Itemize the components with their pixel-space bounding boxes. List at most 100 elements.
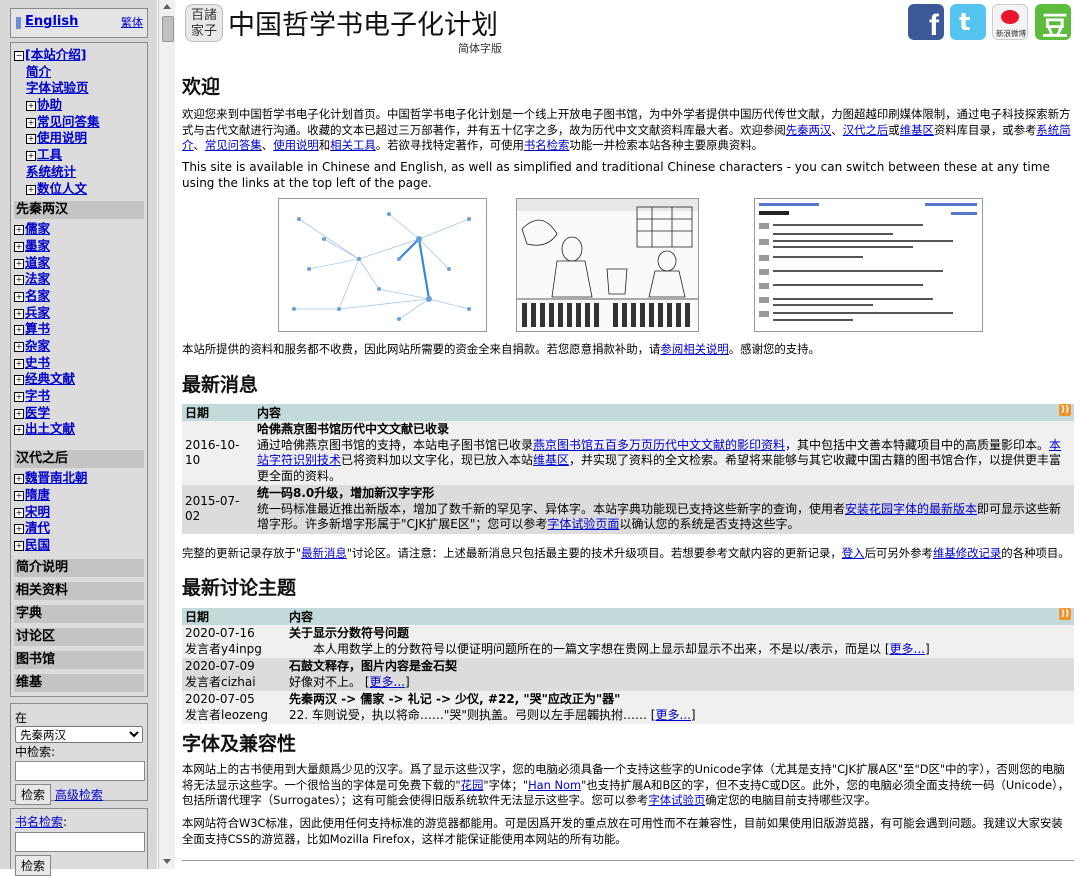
book-search-input[interactable] bbox=[15, 832, 145, 852]
nav-forum[interactable]: 讨论区 bbox=[14, 627, 144, 646]
faq-link[interactable]: 常见问答集 bbox=[205, 138, 262, 152]
nav-han-after-item[interactable]: + 民国 bbox=[14, 537, 144, 554]
expand-icon[interactable]: + bbox=[14, 291, 24, 302]
donation-info-link[interactable]: 参阅相关说明 bbox=[660, 342, 728, 356]
expand-icon[interactable]: + bbox=[14, 241, 24, 252]
more-link[interactable]: 更多... bbox=[370, 675, 405, 689]
nav-pre-qin-item[interactable]: + 杂家 bbox=[14, 338, 144, 355]
expand-icon[interactable]: + bbox=[14, 507, 24, 518]
expand-icon[interactable]: + bbox=[14, 524, 24, 535]
font-test-link[interactable]: 字体试验页面 bbox=[547, 517, 619, 531]
sidebar-scrollbar[interactable] bbox=[158, 0, 175, 869]
weibo-icon[interactable]: 新浪微博 bbox=[992, 4, 1028, 40]
tools-link[interactable]: 相关工具 bbox=[330, 138, 376, 152]
discussion-title[interactable]: 先秦两汉 -> 儒家 -> 礼记 -> 少仪, #22, "哭"应改正为"器" bbox=[289, 692, 1071, 708]
nav-pre-qin-item[interactable]: + 法家 bbox=[14, 271, 144, 288]
nav-statistics[interactable]: 系统统计 bbox=[14, 164, 144, 181]
wiki-link[interactable]: 维基区 bbox=[900, 123, 934, 137]
expand-icon[interactable]: + bbox=[14, 258, 24, 269]
nav-pre-qin-heading[interactable]: 先秦两汉 bbox=[14, 201, 144, 220]
nav-font-test[interactable]: 字体试验页 bbox=[14, 80, 144, 97]
nav-library[interactable]: 图书馆 bbox=[14, 650, 144, 669]
nav-dictionary[interactable]: 字典 bbox=[14, 604, 144, 623]
nav-brief[interactable]: 简介说明 bbox=[14, 558, 144, 577]
nav-resources[interactable]: 相关资料 bbox=[14, 581, 144, 600]
traditional-chinese-link[interactable]: 繁体 bbox=[121, 14, 143, 30]
network-graph-image[interactable] bbox=[278, 198, 487, 332]
english-link[interactable]: English bbox=[25, 14, 78, 29]
nav-han-after-heading[interactable]: 汉代之后 bbox=[14, 450, 144, 469]
nav-pre-qin-item[interactable]: + 兵家 bbox=[14, 305, 144, 322]
install-font-link[interactable]: 安装花园字体的最新版本 bbox=[845, 502, 977, 516]
wiki-link[interactable]: 维基区 bbox=[533, 453, 569, 467]
han-after-link[interactable]: 汉代之后 bbox=[843, 123, 889, 137]
site-logo[interactable]: 百諸家子 bbox=[185, 4, 223, 42]
scroll-down-icon[interactable] bbox=[163, 859, 171, 864]
rss-icon[interactable]: )) bbox=[1059, 404, 1071, 416]
book-title-search-link[interactable]: 书名检索 bbox=[524, 138, 570, 152]
woodblock-print-image[interactable] bbox=[516, 198, 699, 332]
expand-icon[interactable]: + bbox=[14, 342, 24, 352]
nav-han-after-item[interactable]: + 宋明 bbox=[14, 504, 144, 521]
nav-pre-qin-item[interactable]: + 儒家 bbox=[14, 221, 144, 238]
book-search-button[interactable]: 检索 bbox=[15, 855, 52, 876]
search-scope-select[interactable]: 先秦两汉 bbox=[15, 726, 143, 743]
expand-icon[interactable]: + bbox=[14, 474, 24, 485]
nav-han-after-item[interactable]: + 魏晋南北朝 bbox=[14, 470, 144, 487]
expand-icon[interactable]: + bbox=[26, 117, 36, 128]
nav-wiki[interactable]: 维基 bbox=[14, 673, 144, 692]
nav-digital-humanities[interactable]: + 数位人文 bbox=[14, 181, 144, 198]
wiki-changes-link[interactable]: 维基修改记录 bbox=[933, 546, 1001, 560]
nav-pre-qin-item[interactable]: + 名家 bbox=[14, 288, 144, 305]
scroll-thumb[interactable] bbox=[162, 16, 174, 42]
login-link[interactable]: 登入 bbox=[842, 546, 865, 560]
harvard-yenching-link[interactable]: 燕京图书馆五百多万页历代中文文献的影印资料 bbox=[533, 438, 785, 452]
expand-icon[interactable]: + bbox=[14, 392, 24, 403]
expand-icon[interactable]: + bbox=[26, 134, 36, 145]
nav-pre-qin-item[interactable]: + 医学 bbox=[14, 405, 144, 422]
nav-tools[interactable]: + 工具 bbox=[14, 147, 144, 164]
scroll-up-icon[interactable] bbox=[163, 4, 171, 9]
book-search-link[interactable]: 书名检索 bbox=[15, 815, 63, 829]
discussion-title[interactable]: 关于显示分数符号问题 bbox=[289, 626, 1071, 642]
search-button[interactable]: 检索 bbox=[15, 784, 52, 805]
text-page-image[interactable] bbox=[754, 198, 983, 332]
expand-icon[interactable]: + bbox=[14, 275, 24, 286]
nav-help[interactable]: + 协助 bbox=[14, 97, 144, 114]
expand-icon[interactable]: + bbox=[14, 490, 24, 501]
nav-manual[interactable]: + 使用说明 bbox=[14, 130, 144, 147]
manual-link[interactable]: 使用说明 bbox=[273, 138, 319, 152]
nav-intro-overview[interactable]: 简介 bbox=[14, 64, 144, 81]
nav-faq[interactable]: + 常见问答集 bbox=[14, 114, 144, 131]
expand-icon[interactable]: + bbox=[26, 101, 36, 112]
expand-icon[interactable]: + bbox=[14, 408, 24, 419]
nav-pre-qin-item[interactable]: + 出土文献 bbox=[14, 421, 144, 438]
more-link[interactable]: 更多... bbox=[655, 708, 690, 722]
expand-icon[interactable]: + bbox=[26, 151, 36, 162]
nav-han-after-item[interactable]: + 清代 bbox=[14, 520, 144, 537]
nav-pre-qin-item[interactable]: + 算书 bbox=[14, 321, 144, 338]
nav-pre-qin-item[interactable]: + 经典文献 bbox=[14, 371, 144, 388]
more-link[interactable]: 更多... bbox=[890, 642, 925, 656]
expand-icon[interactable]: + bbox=[14, 375, 24, 386]
twitter-icon[interactable]: t bbox=[950, 4, 986, 40]
expand-icon[interactable]: + bbox=[14, 225, 24, 236]
discussion-title[interactable]: 石鼓文释存，图片内容是金石契 bbox=[289, 659, 1071, 675]
nav-han-after-item[interactable]: + 隋唐 bbox=[14, 487, 144, 504]
latest-news-link[interactable]: 最新消息 bbox=[301, 546, 347, 560]
facebook-icon[interactable]: f bbox=[908, 4, 944, 42]
douban-icon[interactable]: 豆 bbox=[1035, 4, 1071, 42]
search-input[interactable] bbox=[15, 761, 145, 781]
expand-icon[interactable]: + bbox=[14, 308, 24, 319]
nav-pre-qin-item[interactable]: + 道家 bbox=[14, 255, 144, 272]
nav-pre-qin-item[interactable]: + 史书 bbox=[14, 355, 144, 372]
nav-pre-qin-item[interactable]: + 字书 bbox=[14, 388, 144, 405]
expand-icon[interactable]: + bbox=[14, 425, 24, 436]
nav-intro[interactable]: − [本站介绍] bbox=[14, 47, 144, 64]
nav-pre-qin-item[interactable]: + 墨家 bbox=[14, 238, 144, 255]
pre-qin-link[interactable]: 先秦两汉 bbox=[786, 123, 832, 137]
expand-icon[interactable]: + bbox=[26, 184, 36, 195]
han-nom-font-link[interactable]: Han Nom bbox=[528, 778, 581, 792]
expand-icon[interactable]: + bbox=[14, 540, 24, 551]
expand-icon[interactable]: + bbox=[14, 358, 24, 369]
